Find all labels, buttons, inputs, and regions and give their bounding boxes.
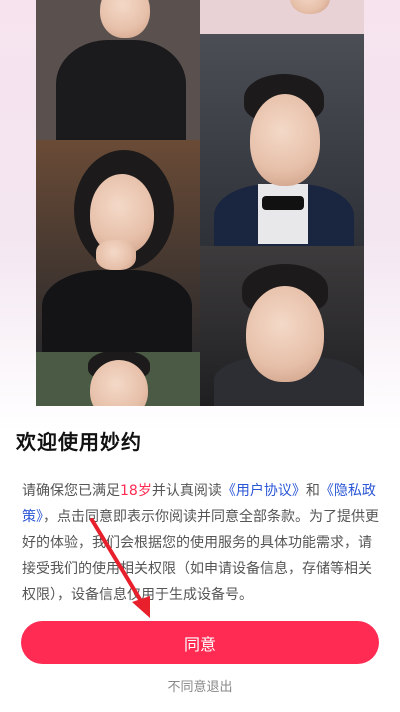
profile-photo	[200, 34, 364, 246]
terms-text-part: ，点击同意即表示你阅读并同意全部条款。为了提供更好的体验，我们会根据您的使用服务…	[22, 509, 379, 603]
terms-text-part: 和	[305, 483, 320, 499]
terms-text: 请确保您已满足18岁并认真阅读《用户协议》和《隐私政策》，点击同意即表示你阅读并…	[22, 478, 384, 608]
agree-button[interactable]: 同意	[21, 621, 379, 664]
photo-collage	[36, 0, 364, 406]
terms-text-part: 请确保您已满足	[22, 483, 120, 499]
terms-text-part: 并认真阅读	[151, 483, 222, 499]
profile-photo	[200, 0, 364, 34]
profile-photo	[36, 140, 200, 352]
dialog-title: 欢迎使用妙约	[16, 430, 142, 454]
profile-photo	[200, 246, 364, 406]
profile-photo	[36, 352, 200, 406]
disagree-exit-link[interactable]: 不同意退出	[0, 676, 400, 695]
user-agreement-link[interactable]: 《用户协议》	[222, 483, 306, 499]
age-requirement: 18岁	[120, 483, 152, 499]
profile-photo	[36, 0, 200, 140]
